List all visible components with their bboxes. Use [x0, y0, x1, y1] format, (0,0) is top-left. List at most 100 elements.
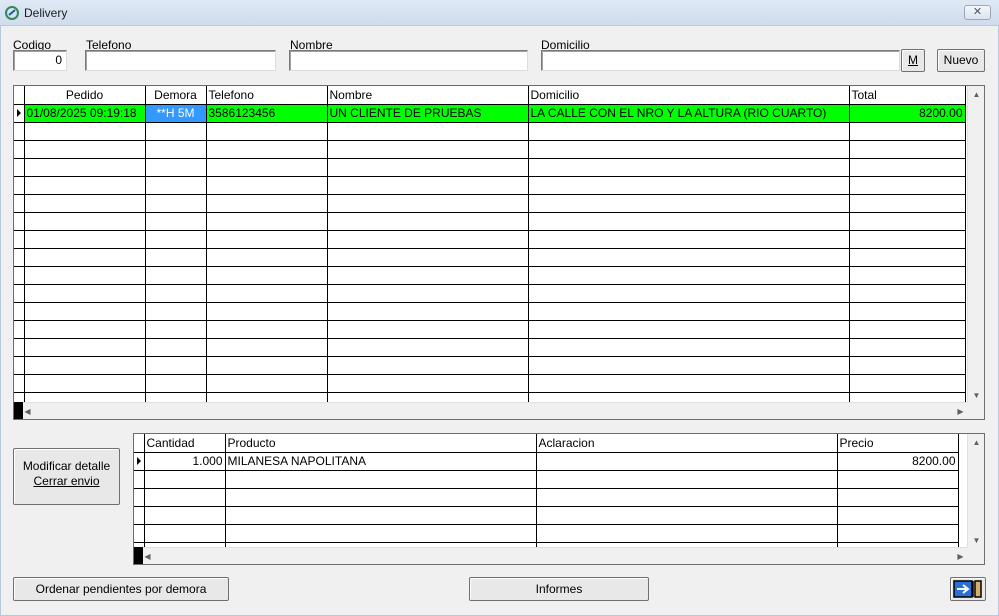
empty-cell — [837, 524, 959, 543]
grid-corner — [134, 547, 143, 564]
empty-row — [14, 140, 966, 159]
empty-cell — [145, 374, 207, 393]
empty-cell — [536, 524, 838, 543]
col-aclaracion[interactable]: Aclaracion — [536, 434, 838, 453]
empty-cell — [327, 158, 529, 177]
orders-grid[interactable]: Pedido Demora Telefono Nombre Domicilio … — [13, 85, 985, 420]
empty-cell — [206, 284, 328, 303]
empty-cell — [145, 356, 207, 375]
scroll-up-icon[interactable]: ▲ — [968, 434, 984, 451]
empty-row — [14, 338, 966, 357]
cell-telefono[interactable]: 3586123456 — [206, 104, 328, 123]
empty-cell — [145, 320, 207, 339]
empty-cell — [327, 140, 529, 159]
ordenar-pendientes-button[interactable]: Ordenar pendientes por demora — [13, 577, 229, 601]
empty-cell — [225, 524, 537, 543]
nuevo-button-label: Nuevo — [943, 53, 979, 67]
col-pedido[interactable]: Pedido — [24, 86, 146, 105]
col-domicilio[interactable]: Domicilio — [528, 86, 850, 105]
table-row[interactable]: 1.000 MILANESA NAPOLITANA 8200.00 — [134, 452, 959, 471]
orders-vertical-scrollbar[interactable]: ▲ ▼ — [967, 86, 984, 404]
empty-cell — [327, 356, 529, 375]
details-grid[interactable]: Cantidad Producto Aclaracion Precio 1.00… — [133, 433, 985, 565]
empty-cell — [145, 122, 207, 141]
cell-total[interactable]: 8200.00 — [849, 104, 966, 123]
empty-cell — [145, 302, 207, 321]
nuevo-button[interactable]: Nuevo — [937, 49, 985, 72]
empty-row — [14, 194, 966, 213]
empty-cell — [206, 320, 328, 339]
nombre-field[interactable] — [289, 50, 528, 71]
empty-cell — [14, 122, 25, 141]
table-row[interactable]: 01/08/2025 09:19:18 **H 5M 3586123456 UN… — [14, 104, 966, 123]
orders-horizontal-scrollbar[interactable]: ◀ ▶ — [14, 402, 969, 419]
cell-nombre[interactable]: UN CLIENTE DE PRUEBAS — [327, 104, 529, 123]
cell-cantidad[interactable]: 1.000 — [144, 452, 226, 471]
col-nombre[interactable]: Nombre — [327, 86, 529, 105]
empty-cell — [327, 374, 529, 393]
cell-domicilio[interactable]: LA CALLE CON EL NRO Y LA ALTURA (RIO CUA… — [528, 104, 850, 123]
title-bar: Delivery ✕ — [0, 0, 999, 26]
empty-cell — [134, 488, 145, 507]
empty-cell — [144, 524, 226, 543]
close-button[interactable]: ✕ — [964, 5, 991, 20]
col-producto[interactable]: Producto — [225, 434, 537, 453]
empty-cell — [206, 248, 328, 267]
details-table: Cantidad Producto Aclaracion Precio 1.00… — [134, 434, 959, 561]
empty-cell — [528, 320, 850, 339]
empty-cell — [206, 158, 328, 177]
scrollbar-corner — [967, 402, 984, 419]
m-button[interactable]: M — [901, 49, 925, 72]
empty-cell — [14, 338, 25, 357]
details-horizontal-scrollbar[interactable]: ◀ ▶ — [134, 547, 969, 564]
empty-cell — [14, 212, 25, 231]
codigo-field[interactable]: 0 — [13, 50, 67, 71]
cell-precio[interactable]: 8200.00 — [837, 452, 959, 471]
empty-cell — [849, 338, 966, 357]
details-vertical-scrollbar[interactable]: ▲ ▼ — [967, 434, 984, 549]
empty-cell — [206, 302, 328, 321]
empty-cell — [327, 338, 529, 357]
empty-row — [14, 374, 966, 393]
col-precio[interactable]: Precio — [837, 434, 959, 453]
cell-aclaracion[interactable] — [536, 452, 838, 471]
col-cantidad[interactable]: Cantidad — [144, 434, 226, 453]
col-telefono[interactable]: Telefono — [206, 86, 328, 105]
empty-cell — [145, 284, 207, 303]
empty-cell — [837, 506, 959, 525]
empty-cell — [14, 194, 25, 213]
telefono-field[interactable] — [85, 50, 276, 71]
close-icon: ✕ — [972, 6, 983, 18]
col-demora[interactable]: Demora — [145, 86, 207, 105]
empty-cell — [24, 302, 146, 321]
empty-cell — [528, 374, 850, 393]
col-total[interactable]: Total — [849, 86, 966, 105]
empty-cell — [849, 194, 966, 213]
empty-row — [14, 122, 966, 141]
cell-demora[interactable]: **H 5M — [145, 104, 207, 123]
empty-cell — [849, 158, 966, 177]
cell-pedido[interactable]: 01/08/2025 09:19:18 — [24, 104, 146, 123]
empty-cell — [14, 302, 25, 321]
domicilio-field[interactable] — [541, 50, 900, 71]
scroll-up-icon[interactable]: ▲ — [968, 86, 984, 103]
empty-cell — [145, 176, 207, 195]
empty-cell — [327, 194, 529, 213]
empty-row — [14, 248, 966, 267]
empty-cell — [14, 158, 25, 177]
informes-button[interactable]: Informes — [469, 577, 649, 601]
exit-button[interactable] — [950, 577, 986, 601]
empty-cell — [206, 212, 328, 231]
modificar-detalle-label: Modificar detalle — [22, 459, 111, 473]
empty-cell — [144, 488, 226, 507]
cell-producto[interactable]: MILANESA NAPOLITANA — [225, 452, 537, 471]
empty-cell — [327, 122, 529, 141]
empty-cell — [327, 176, 529, 195]
empty-cell — [849, 356, 966, 375]
empty-cell — [528, 140, 850, 159]
empty-cell — [849, 302, 966, 321]
empty-cell — [145, 140, 207, 159]
empty-cell — [206, 176, 328, 195]
empty-cell — [327, 266, 529, 285]
modificar-detalle-button[interactable]: Modificar detalle Cerrar envio — [13, 448, 120, 505]
